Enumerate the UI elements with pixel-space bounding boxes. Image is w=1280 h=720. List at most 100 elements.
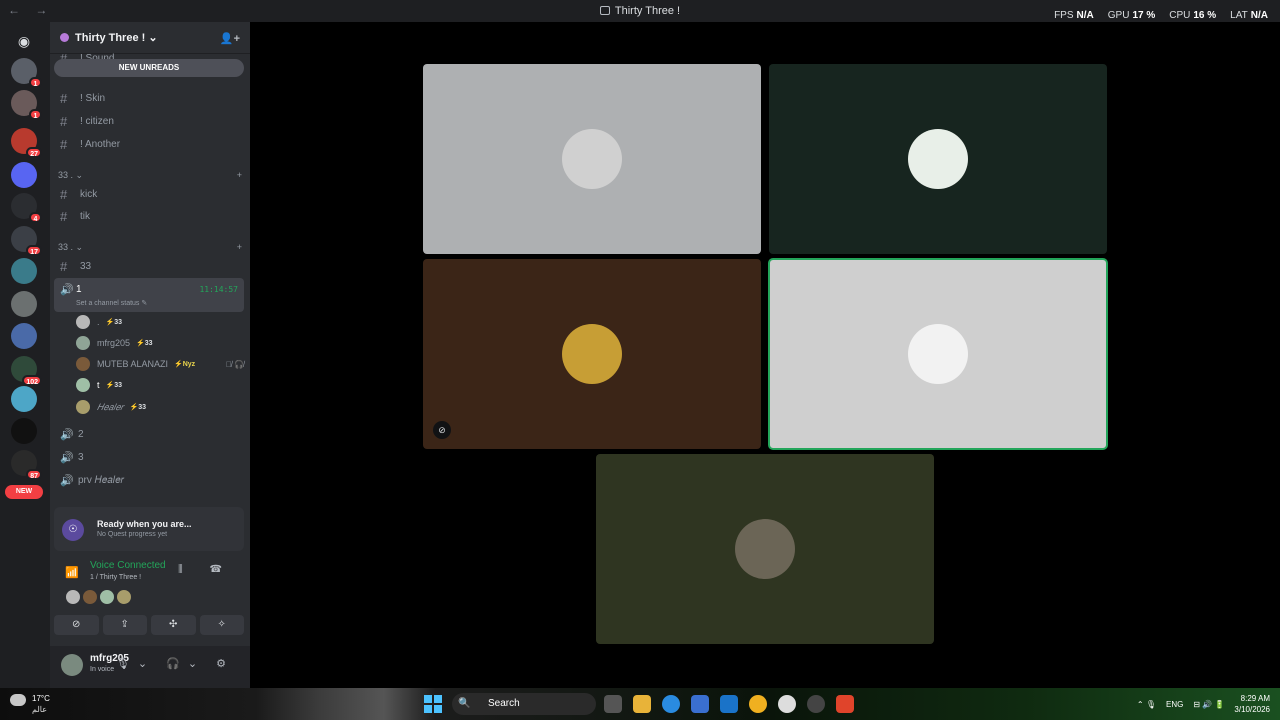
voice-channel-1-active[interactable]: 🔊 1 11:14:57 Set a channel status ✎ bbox=[54, 278, 244, 312]
signal-icon[interactable]: 📶 bbox=[65, 566, 79, 579]
hash-icon: # bbox=[60, 258, 68, 274]
noise-disconnect-controls[interactable]: ⫼ ☎ bbox=[178, 564, 234, 575]
app-icon[interactable] bbox=[807, 695, 825, 713]
server-icon[interactable]: 27 bbox=[11, 128, 42, 158]
new-servers-badge[interactable]: NEW bbox=[5, 485, 43, 499]
server-name: Thirty Three ! bbox=[75, 31, 146, 44]
avatar[interactable] bbox=[117, 590, 131, 604]
brave-icon[interactable] bbox=[836, 695, 854, 713]
participant-tile[interactable] bbox=[769, 64, 1107, 254]
taskbar-search[interactable]: 🔍 Search bbox=[452, 693, 596, 715]
store-icon[interactable] bbox=[691, 695, 709, 713]
invite-icon[interactable]: 👤+ bbox=[220, 32, 240, 45]
add-channel-icon[interactable]: + bbox=[237, 170, 242, 181]
file-explorer-icon[interactable] bbox=[633, 695, 651, 713]
add-channel-icon[interactable]: + bbox=[237, 242, 242, 253]
server-icon[interactable] bbox=[11, 386, 37, 412]
server-icon[interactable] bbox=[11, 291, 37, 317]
server-icon[interactable]: 102 bbox=[11, 356, 42, 386]
channel-label: 2 bbox=[78, 428, 84, 440]
edge-icon[interactable] bbox=[662, 695, 680, 713]
activities-button[interactable]: ✣ bbox=[151, 615, 196, 635]
avatar[interactable] bbox=[100, 590, 114, 604]
unread-badge: 4 bbox=[29, 212, 42, 223]
channel-skin[interactable]: # ! Skin bbox=[56, 88, 244, 108]
voice-connected-channel[interactable]: 1 / Thirty Three ! bbox=[90, 574, 141, 581]
title-bar: ← → Thirty Three ! FPS N/A GPU 17 % CPU 16 … bbox=[0, 0, 1280, 22]
quest-subtitle: No Quest progress yet bbox=[97, 531, 168, 538]
camera-off-button[interactable]: ⊘ bbox=[54, 615, 99, 635]
steam-icon[interactable] bbox=[778, 695, 796, 713]
avatar[interactable] bbox=[66, 590, 80, 604]
channel-another[interactable]: # ! Another bbox=[56, 134, 244, 154]
user-avatar[interactable] bbox=[61, 654, 83, 676]
voice-user[interactable]: mfrg205 ⚡33 bbox=[76, 333, 244, 353]
soundboard-button[interactable]: ✧ bbox=[199, 615, 244, 635]
server-icon[interactable] bbox=[11, 258, 37, 284]
avatar[interactable] bbox=[83, 590, 97, 604]
user-tag: ⚡33 bbox=[105, 382, 123, 389]
user-tag: ⚡33 bbox=[129, 404, 147, 411]
voice-channel-2[interactable]: 🔊 2 bbox=[56, 424, 244, 444]
outlook-icon[interactable] bbox=[720, 695, 738, 713]
voice-connected-title[interactable]: Voice Connected bbox=[90, 560, 166, 571]
channel-label: ! Skin bbox=[80, 92, 106, 104]
language-indicator[interactable]: ENG bbox=[1166, 700, 1183, 709]
quest-title: Ready when you are... bbox=[97, 519, 192, 529]
quest-card[interactable]: ☉ Ready when you are... No Quest progres… bbox=[54, 507, 244, 551]
user-tag: ⚡33 bbox=[105, 319, 123, 326]
network-volume-icon[interactable]: ⊟ 🔊 🔋 bbox=[1193, 700, 1224, 709]
server-icon[interactable] bbox=[11, 323, 37, 349]
voice-user[interactable]: MUTEB ALANAZI ⚡Nyz 🎙̸ 🎧̸ bbox=[76, 354, 244, 374]
mic-headset-settings-controls[interactable]: 🎙⌄ 🎧⌄ ⚙ bbox=[116, 657, 234, 670]
voice-user-name: mfrg205 bbox=[97, 338, 131, 348]
avatar bbox=[76, 315, 90, 329]
server-icon[interactable]: 17 bbox=[11, 226, 42, 256]
cloud-icon bbox=[10, 694, 26, 706]
participant-tile[interactable] bbox=[596, 454, 934, 644]
new-unreads-pill[interactable]: NEW UNREADS bbox=[54, 59, 244, 77]
avatar bbox=[76, 378, 90, 392]
share-screen-button[interactable]: ⇪ bbox=[102, 615, 147, 635]
participant-tile[interactable] bbox=[423, 64, 761, 254]
server-icon bbox=[60, 33, 69, 42]
participant-tile-speaking[interactable] bbox=[768, 258, 1108, 450]
server-icon[interactable]: 87 bbox=[11, 450, 42, 480]
server-icon[interactable]: 1 bbox=[11, 90, 42, 120]
voice-user[interactable]: 𝐻𝑒𝑎𝑙𝑒𝑟 ⚡33 bbox=[76, 397, 244, 417]
server-icon[interactable]: 4 bbox=[11, 193, 42, 223]
discord-home-icon[interactable]: ◉ bbox=[11, 28, 37, 54]
window-title-text: Thirty Three ! bbox=[614, 5, 681, 17]
hash-icon: # bbox=[60, 186, 68, 202]
voice-user[interactable]: t ⚡33 bbox=[76, 375, 244, 395]
channel-tik[interactable]: # tik bbox=[56, 206, 244, 226]
clock[interactable]: 8:29 AM 3/10/2026 bbox=[1234, 693, 1270, 715]
channel-citizen[interactable]: # ! citizen bbox=[56, 111, 244, 131]
channel-label: 3 bbox=[78, 451, 84, 463]
set-channel-status[interactable]: Set a channel status ✎ bbox=[76, 299, 147, 307]
server-icon[interactable] bbox=[11, 162, 37, 188]
task-view-icon[interactable] bbox=[604, 695, 622, 713]
hash-icon: # bbox=[60, 208, 68, 224]
voice-user[interactable]: . ⚡33 bbox=[76, 312, 244, 332]
channel-33[interactable]: #33 bbox=[56, 256, 244, 276]
start-button[interactable] bbox=[424, 695, 442, 713]
server-icon[interactable]: 1 bbox=[11, 58, 42, 88]
tray-overflow-icon[interactable]: ⌃ 🎙 bbox=[1137, 700, 1156, 709]
overlay-gpu: GPU 17 % bbox=[1107, 10, 1156, 21]
category-33-b[interactable]: 33 . ⌄ + bbox=[58, 242, 242, 253]
participant-avatar bbox=[735, 519, 795, 579]
category-33-a[interactable]: 33 . ⌄ + bbox=[58, 170, 242, 181]
window-icon bbox=[599, 6, 610, 15]
weather-temp: 17°C bbox=[32, 694, 50, 703]
participant-tile[interactable]: ⊘ bbox=[423, 259, 761, 449]
server-icon[interactable] bbox=[11, 418, 37, 444]
chrome-icon[interactable] bbox=[749, 695, 767, 713]
channel-kick[interactable]: # kick bbox=[56, 184, 244, 204]
voice-channel-name: 1 bbox=[76, 284, 82, 295]
system-tray: ⌃ 🎙 ENG ⊟ 🔊 🔋 8:29 AM 3/10/2026 bbox=[1137, 693, 1270, 715]
avatar bbox=[76, 400, 90, 414]
voice-channel-prv[interactable]: 🔊 prv 𝐻𝑒𝑎𝑙𝑒𝑟 bbox=[56, 470, 244, 490]
voice-channel-3[interactable]: 🔊 3 bbox=[56, 447, 244, 467]
clock-date: 3/10/2026 bbox=[1234, 705, 1270, 714]
